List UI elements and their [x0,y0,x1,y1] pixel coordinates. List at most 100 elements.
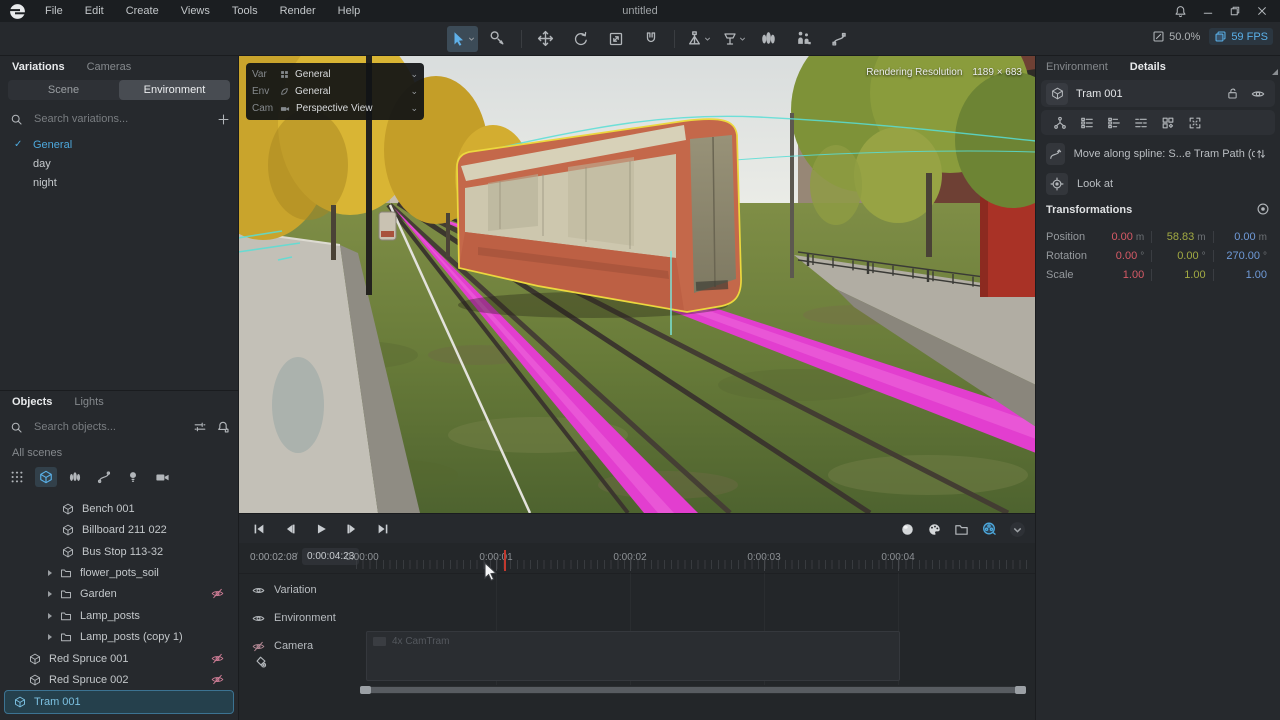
menu-tools[interactable]: Tools [221,0,269,22]
caret-right-icon[interactable] [46,633,54,641]
menu-create[interactable]: Create [115,0,170,22]
step-forward-icon[interactable] [343,520,361,538]
more-chevron-icon[interactable] [1009,521,1026,538]
filter-icon[interactable] [193,420,207,434]
camera-track-clip[interactable]: 4x CamTram [366,631,900,681]
camera-settings-icon[interactable] [254,655,268,669]
rotation-x-field[interactable]: 0.00° [1091,250,1152,262]
tree-item-bench[interactable]: Bench 001 [0,498,238,519]
position-y-field[interactable]: 58.83m [1152,231,1213,243]
tree-item-lamp-posts-copy[interactable]: Lamp_posts (copy 1) [0,626,238,647]
tree-item-bus-stop[interactable]: Bus Stop 113-32 [0,541,238,562]
tree-item-billboard[interactable]: Billboard 211 022 [0,519,238,540]
skip-start-icon[interactable] [250,520,268,538]
search-variations-input[interactable] [32,112,208,126]
menu-views[interactable]: Views [170,0,221,22]
close-icon[interactable] [1256,5,1268,17]
camera-dropdown[interactable]: Cam Perspective View ⌄ [252,100,418,117]
variation-item-day[interactable]: day [0,154,238,173]
caret-right-icon[interactable] [46,612,54,620]
tab-environment[interactable]: Environment [1046,61,1108,73]
track-camera[interactable]: Camera [238,637,313,655]
select-tool[interactable] [447,26,478,52]
hidden-eye-slash-icon[interactable] [211,587,224,600]
menu-render[interactable]: Render [269,0,327,22]
track-environment[interactable]: Environment [238,609,336,627]
segment-scene[interactable]: Scene [8,80,119,100]
camera-filter-icon[interactable] [151,467,173,487]
reset-transform-icon[interactable] [1256,202,1270,216]
tree-item-flower-pots[interactable]: flower_pots_soil [0,562,238,583]
keyframe-list-2-icon[interactable] [1107,116,1121,130]
rotate-tool[interactable] [565,26,596,52]
paint-placement-tool[interactable] [482,26,513,52]
scale-tool[interactable] [600,26,631,52]
camera-rig-tool[interactable] [683,26,714,52]
menu-edit[interactable]: Edit [74,0,115,22]
viewport-3d[interactable]: Var General ⌄ Env General ⌄ Cam Perspect… [238,55,1036,513]
position-x-field[interactable]: 0.00m [1091,231,1152,243]
search-objects-input[interactable] [32,420,184,434]
tree-item-lamp-posts[interactable]: Lamp_posts [0,605,238,626]
restore-icon[interactable] [1229,5,1241,17]
notifications-bell-icon[interactable] [1174,5,1187,18]
move-tool[interactable] [530,26,561,52]
hidden-eye-slash-icon[interactable] [211,652,224,665]
sign-tool[interactable] [718,26,749,52]
tree-item-red-spruce-2[interactable]: Red Spruce 002 [0,669,238,690]
menu-help[interactable]: Help [327,0,372,22]
snap-magnet-tool[interactable] [635,26,666,52]
rotation-y-field[interactable]: 0.00° [1152,250,1213,262]
viewport-scene-render[interactable] [238,55,1036,513]
tab-details[interactable]: Details [1130,61,1166,73]
viewport-zoom-indicator[interactable]: 50.0% [1147,28,1205,45]
caret-right-icon[interactable] [46,590,54,598]
variation-item-night[interactable]: night [0,173,238,192]
visibility-eye-icon[interactable] [252,584,265,597]
skip-end-icon[interactable] [374,520,392,538]
minimize-icon[interactable] [1202,5,1214,17]
play-icon[interactable] [312,520,330,538]
keyframe-list-3-icon[interactable] [1134,116,1148,130]
add-variation-button[interactable] [217,113,230,126]
rotation-z-field[interactable]: 270.00° [1214,250,1274,262]
vegetation-tool[interactable] [753,26,784,52]
pedestrian-tool[interactable] [788,26,819,52]
hierarchy-icon[interactable] [1053,116,1067,130]
tab-variations[interactable]: Variations [12,61,65,73]
spline-filter-icon[interactable] [93,467,115,487]
visibility-eye-icon[interactable] [1251,87,1265,101]
timeline-scrollbar[interactable] [360,686,1026,694]
folder-icon[interactable] [954,522,969,537]
expand-icon[interactable] [1188,116,1202,130]
playhead[interactable] [504,550,506,571]
hidden-eye-slash-icon[interactable] [211,673,224,686]
behavior-move-along-spline[interactable]: Move along spline: S...e Tram Path (copy… [1041,141,1275,167]
scrollbar-handle-right[interactable] [1015,686,1026,694]
scale-y-field[interactable]: 1.00 [1152,269,1213,281]
grid-all-filter-icon[interactable] [6,467,28,487]
behavior-look-at[interactable]: Look at [1041,171,1275,197]
step-back-icon[interactable] [281,520,299,538]
scale-x-field[interactable]: 1.00 [1091,269,1152,281]
unlock-icon[interactable] [1226,87,1239,100]
tree-item-tram-selected[interactable]: Tram 001 [4,690,234,714]
mesh-filter-icon[interactable] [35,467,57,487]
sort-arrows-icon[interactable] [1255,148,1267,160]
visibility-eye-icon[interactable] [252,612,265,625]
light-filter-icon[interactable] [122,467,144,487]
render-sphere-icon[interactable] [900,522,915,537]
tree-item-garden[interactable]: Garden [0,583,238,604]
alert-filter-icon[interactable] [216,420,230,434]
environment-dropdown[interactable]: Env General ⌄ [252,83,418,100]
menu-file[interactable]: File [34,0,74,22]
scale-z-field[interactable]: 1.00 [1214,269,1274,281]
film-reel-icon[interactable] [981,521,997,537]
fps-indicator[interactable]: 59 FPS [1209,28,1273,45]
scrollbar-handle-left[interactable] [360,686,371,694]
tab-lights[interactable]: Lights [74,396,103,408]
position-z-field[interactable]: 0.00m [1214,231,1274,243]
segment-environment[interactable]: Environment [119,80,230,100]
spline-tool[interactable] [823,26,854,52]
scrollbar-thumb[interactable] [362,687,1024,693]
